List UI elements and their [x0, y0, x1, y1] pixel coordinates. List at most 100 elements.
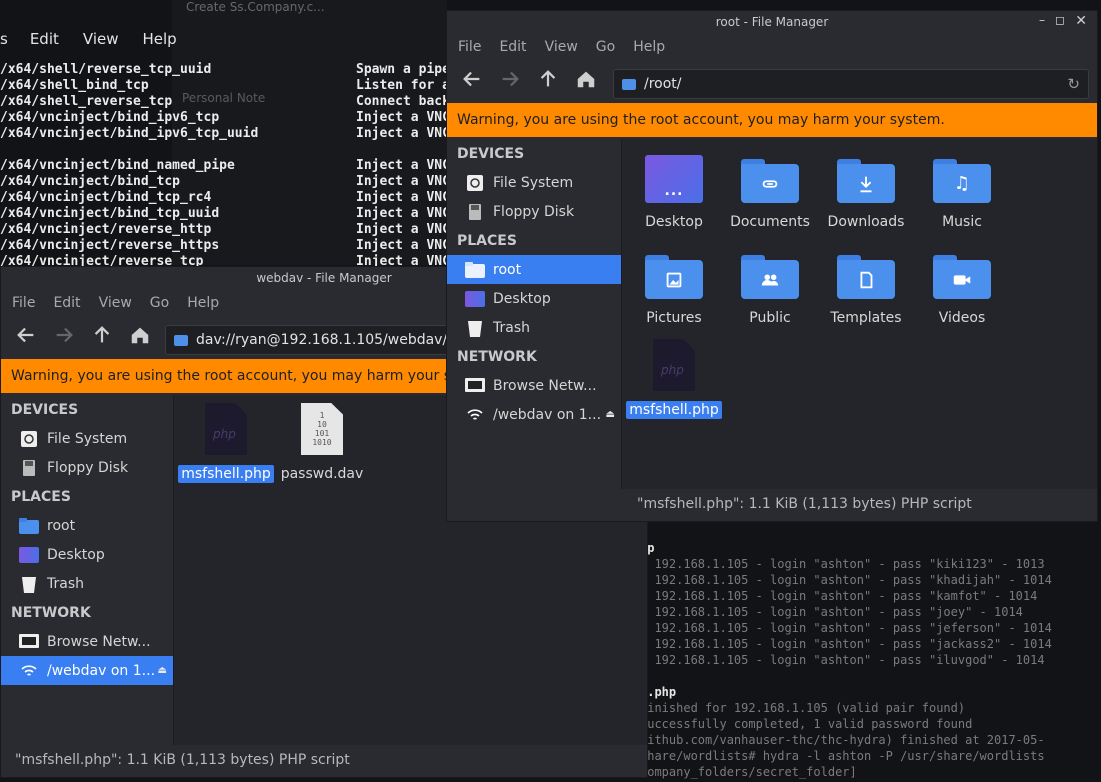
- payload-description: Inject a VNC: [356, 174, 450, 189]
- terminal-menu-help[interactable]: Help: [143, 30, 177, 48]
- network-icon: [19, 633, 39, 651]
- file-label: Downloads: [827, 214, 905, 230]
- file-item-videos[interactable]: Videos: [914, 249, 1010, 327]
- sidebar-item-desktop[interactable]: Desktop: [447, 284, 621, 313]
- terminal-line: t 192.168.1.105 - login "ashton" - pass …: [640, 557, 1045, 571]
- file-item-documents[interactable]: Documents: [722, 153, 818, 231]
- file-item-msfshell[interactable]: msfshell.php: [178, 403, 274, 483]
- file-label: Templates: [830, 310, 902, 326]
- menu-go[interactable]: Go: [596, 39, 615, 55]
- desktop-icon: [465, 290, 485, 308]
- file-item-public[interactable]: Public: [722, 249, 818, 327]
- eject-icon[interactable]: ⏏: [606, 409, 615, 420]
- payload-path: /x64/vncinject/bind_tcp_rc4: [0, 190, 212, 205]
- sidebar-item-browse-network[interactable]: Browse Netw...: [447, 371, 621, 400]
- forward-button[interactable]: [49, 320, 79, 350]
- network-icon: [465, 377, 485, 395]
- terminal-line: successfully completed, 1 valid password…: [640, 717, 973, 731]
- folder-icon: [174, 334, 188, 346]
- status-bar: "msfshell.php": 1.1 KiB (1,113 bytes) PH…: [637, 496, 972, 512]
- payload-description: Inject a VNC: [356, 126, 450, 141]
- php-file-icon: [205, 403, 247, 455]
- terminal-menu-view[interactable]: View: [83, 30, 119, 48]
- file-label: msfshell.php: [626, 401, 722, 419]
- terminal-menu-edit[interactable]: Edit: [30, 30, 59, 48]
- file-item-pictures[interactable]: Pictures: [626, 249, 722, 327]
- location-bar[interactable]: /root/ ↻: [613, 69, 1089, 99]
- terminal-line: /x64/vncinject/bind_tcp_uuid Inject a VNC: [0, 206, 460, 222]
- file-item-music[interactable]: ♫ Music: [914, 153, 1010, 231]
- menu-edit[interactable]: Edit: [53, 295, 80, 311]
- file-item-downloads[interactable]: Downloads: [818, 153, 914, 231]
- sidebar-item-desktop[interactable]: Desktop: [1, 540, 173, 569]
- file-item-desktop[interactable]: Desktop: [626, 153, 722, 231]
- sidebar-item-root[interactable]: root: [447, 255, 621, 284]
- file-item-templates[interactable]: Templates: [818, 249, 914, 327]
- sidebar-item-floppy-disk[interactable]: Floppy Disk: [1, 453, 173, 482]
- forward-button[interactable]: [495, 64, 525, 94]
- close-button[interactable]: ✕: [1075, 13, 1087, 29]
- eject-icon[interactable]: ⏏: [158, 665, 167, 676]
- maximize-button[interactable]: ◻: [1055, 13, 1065, 27]
- sidebar-item-label: Floppy Disk: [47, 459, 129, 476]
- payload-path: /x64/vncinject/bind_ipv6_tcp: [0, 110, 220, 125]
- menu-view[interactable]: View: [99, 295, 132, 311]
- menu-file[interactable]: File: [12, 295, 35, 311]
- menu-go[interactable]: Go: [150, 295, 169, 311]
- pictures-folder-icon: [645, 255, 703, 299]
- menu-edit[interactable]: Edit: [499, 39, 526, 55]
- terminal-line: t 192.168.1.105 - login "ashton" - pass …: [640, 653, 1045, 667]
- file-label: Videos: [938, 310, 986, 326]
- file-item-msfshell[interactable]: msfshell.php: [626, 339, 722, 419]
- payload-path: /x64/vncinject/reverse_https: [0, 238, 220, 253]
- public-folder-icon: [741, 255, 799, 299]
- back-button[interactable]: [11, 320, 41, 350]
- payload-path: /x64/vncinject/bind_named_pipe: [0, 158, 235, 173]
- sidebar-item-label: Trash: [493, 319, 530, 336]
- up-button[interactable]: [87, 320, 117, 350]
- payload-path: /x64/shell/reverse_tcp_uuid: [0, 62, 212, 77]
- folder-icon: [622, 78, 636, 90]
- sidebar-item-trash[interactable]: Trash: [1, 569, 173, 598]
- sidebar-item-file-system[interactable]: File System: [447, 168, 621, 197]
- file-label: Public: [749, 310, 791, 326]
- menu-file[interactable]: File: [458, 39, 481, 55]
- menu-help[interactable]: Help: [633, 39, 665, 55]
- payload-description: Inject a VNC: [356, 190, 450, 205]
- sidebar-item-browse-network[interactable]: Browse Netw...: [1, 627, 173, 656]
- menu-help[interactable]: Help: [187, 295, 219, 311]
- home-button[interactable]: [125, 320, 155, 350]
- menu-view[interactable]: View: [545, 39, 578, 55]
- home-button[interactable]: [571, 64, 601, 94]
- payload-path: /x64/vncinject/bind_tcp: [0, 174, 181, 189]
- terminal-menu-file[interactable]: s: [0, 30, 8, 48]
- sidebar-item-webdav[interactable]: /webdav on 1... ⏏: [1, 656, 173, 685]
- sidebar-item-floppy-disk[interactable]: Floppy Disk: [447, 197, 621, 226]
- terminal-line: github.com/vanhauser-thc/thc-hydra) fini…: [640, 733, 1045, 747]
- sidebar-section-places: PLACES: [11, 488, 71, 505]
- terminal-line: /x64/vncinject/bind_tcp Inject a VNC: [0, 174, 460, 190]
- terminal-line: company_folders/secret_folder]: [640, 765, 857, 779]
- up-button[interactable]: [533, 64, 563, 94]
- sidebar-item-label: /webdav on 1...: [47, 662, 156, 679]
- sidebar: DEVICES File System Floppy Disk PLACES r…: [447, 139, 621, 489]
- file-label: Documents: [730, 214, 810, 230]
- sidebar-item-label: /webdav on 1...: [493, 406, 602, 423]
- sidebar-item-label: Desktop: [47, 546, 105, 563]
- sidebar-item-label: Trash: [47, 575, 84, 592]
- location-bar[interactable]: dav://ryan@192.168.1.105/webdav/: [165, 325, 467, 355]
- sidebar-item-root[interactable]: root: [1, 511, 173, 540]
- home-icon: [131, 327, 149, 344]
- home-folder-icon: [465, 261, 485, 279]
- file-item-passwd-dav[interactable]: 1 10 101 1010 passwd.dav: [274, 403, 370, 483]
- reload-icon[interactable]: ↻: [1067, 75, 1080, 93]
- sidebar-section-network: NETWORK: [11, 604, 91, 621]
- sidebar-item-trash[interactable]: Trash: [447, 313, 621, 342]
- window-title-text: root - File Manager: [715, 15, 829, 29]
- file-label: passwd.dav: [280, 466, 364, 482]
- payload-description: Inject a VNC: [356, 110, 450, 125]
- minimize-button[interactable]: –: [1039, 13, 1045, 27]
- sidebar-item-file-system[interactable]: File System: [1, 424, 173, 453]
- sidebar-item-webdav[interactable]: /webdav on 1... ⏏: [447, 400, 621, 429]
- back-button[interactable]: [457, 64, 487, 94]
